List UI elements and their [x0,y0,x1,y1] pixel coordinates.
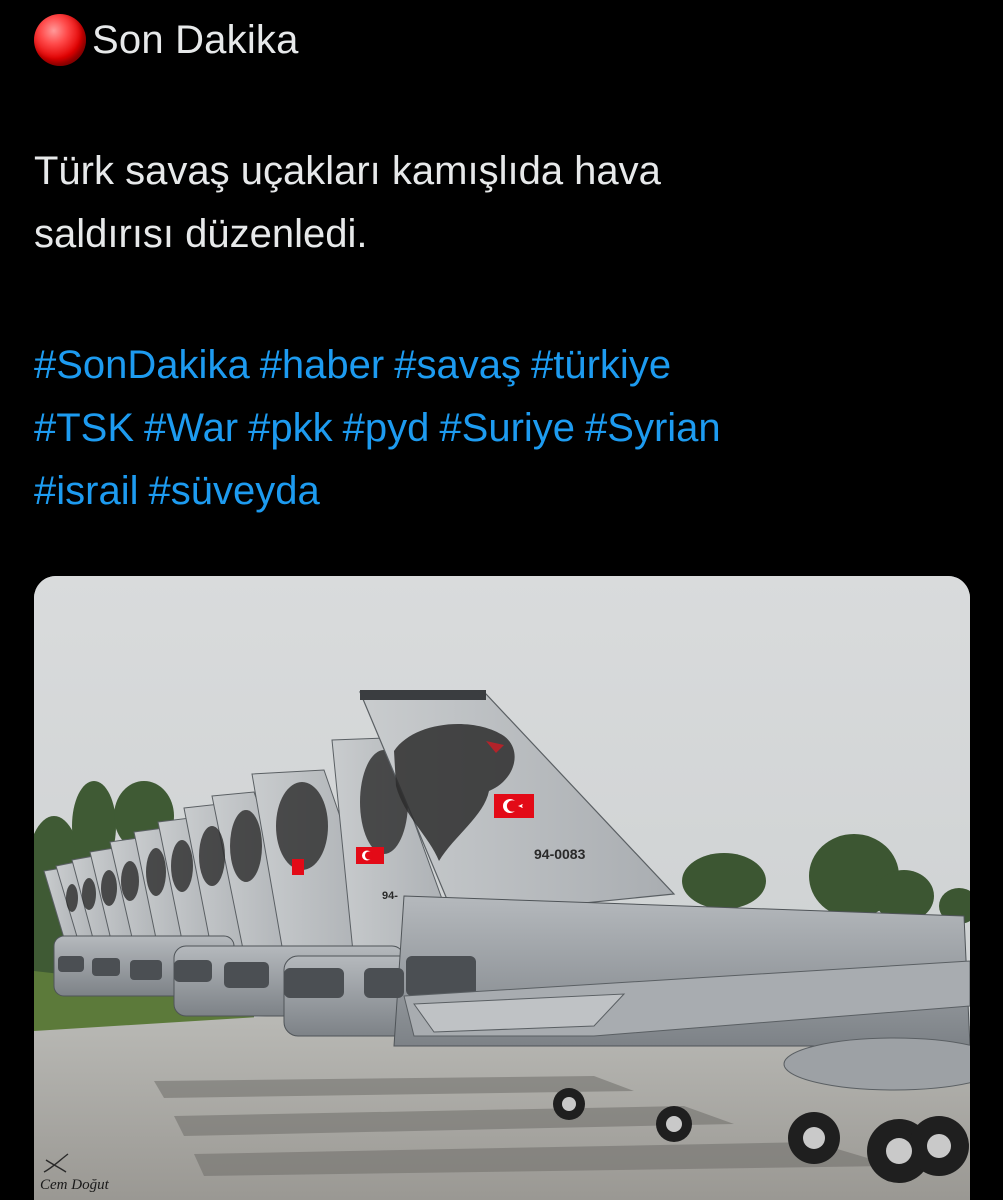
hashtag-link[interactable]: #pyd [343,397,430,460]
post-header: Son Dakika [34,14,299,66]
photo-watermark: Cem Doğut [40,1177,109,1193]
hashtag-link[interactable]: #haber [260,334,385,397]
hashtag-link[interactable]: #süveyda [148,460,319,523]
hashtag-link[interactable]: #israil [34,460,138,523]
hashtag-link[interactable]: #War [144,397,238,460]
hashtag-link[interactable]: #savaş [394,334,521,397]
hashtag-link[interactable]: #Suriye [439,397,575,460]
tail-number-partial: 94- [382,890,398,902]
tweet-text-line: Türk savaş uçakları kamışlıda hava [34,149,661,193]
watermark-logo [43,1153,69,1173]
post-image[interactable]: 94-0083 94- Cem Doğut [34,576,970,1200]
header-title: Son Dakika [92,17,299,62]
red-circle-icon [34,14,86,66]
hashtag-link[interactable]: #pkk [248,397,333,460]
hashtag-list: #SonDakika #haber #savaş #türkiye #TSK #War #… [34,334,974,523]
tweet-text: Türk savaş uçakları kamışlıda hava saldı… [34,140,954,266]
hashtag-link[interactable]: #türkiye [531,334,671,397]
hashtag-link[interactable]: #SonDakika [34,334,250,397]
hashtag-link[interactable]: #TSK [34,397,134,460]
fighter-jets-photo: 94-0083 94- [34,576,970,1200]
tweet-text-line: saldırısı düzenledi. [34,212,368,256]
hashtag-link[interactable]: #Syrian [585,397,721,460]
tail-number: 94-0083 [534,846,586,862]
